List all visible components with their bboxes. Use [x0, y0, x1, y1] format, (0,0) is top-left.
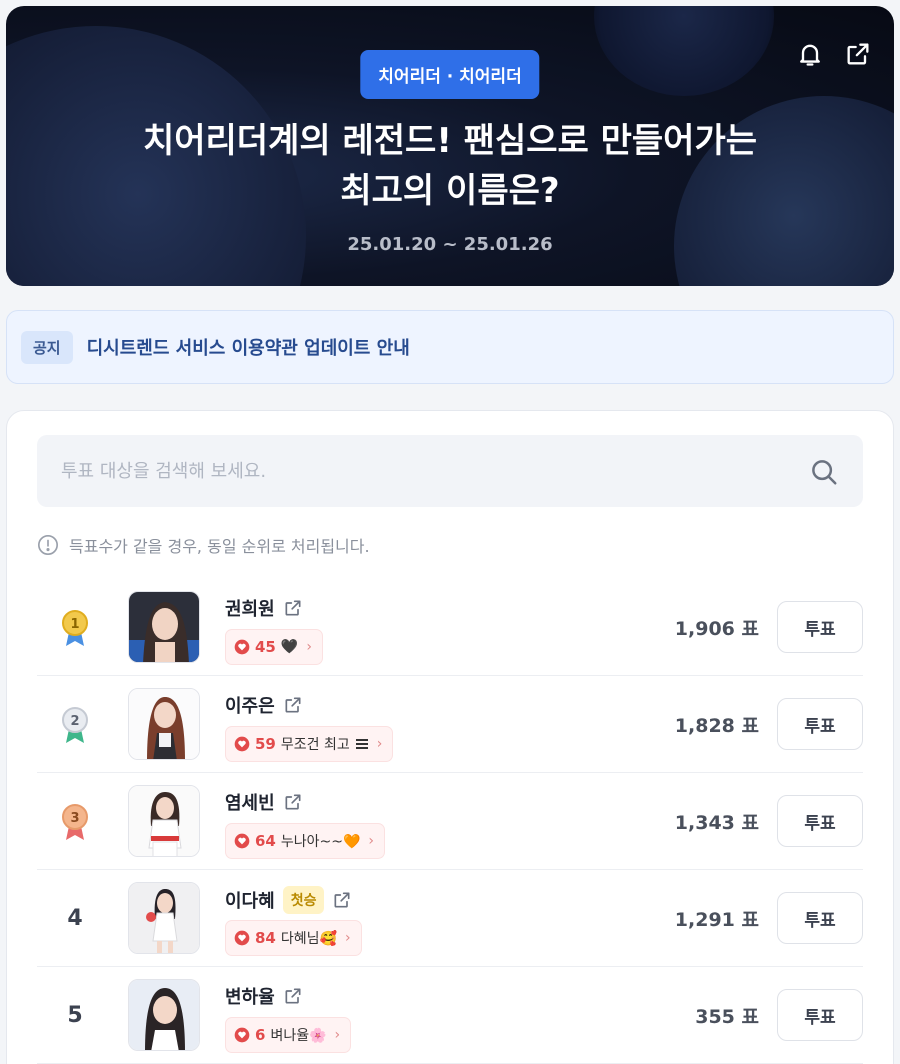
tie-notice: 득표수가 같을 경우, 동일 순위로 처리됩니다. — [37, 533, 370, 557]
avatar[interactable] — [128, 979, 200, 1051]
bell-icon[interactable] — [796, 40, 824, 68]
cheer-count: 59 — [255, 735, 276, 753]
hero-actions — [796, 40, 872, 68]
chevron-right-icon: › — [368, 833, 375, 849]
notice-banner[interactable]: 공지 디시트렌드 서비스 이용약관 업데이트 안내 — [6, 310, 894, 384]
ranking-row: 3 염세빈 64 누나아~~🧡 › 1,343 표 투표 — [37, 773, 863, 870]
name-line: 권희원 — [225, 595, 303, 621]
profile-photo — [129, 980, 199, 1050]
category-chip[interactable]: 치어리더 · 치어리더 — [360, 50, 540, 99]
heart-icon — [234, 736, 250, 752]
name-line: 변하율 — [225, 983, 303, 1009]
cheer-count: 84 — [255, 929, 276, 947]
tie-notice-text: 득표수가 같을 경우, 동일 순위로 처리됩니다. — [69, 537, 370, 556]
rank-medal: 3 — [55, 773, 95, 870]
vote-button[interactable]: 투표 — [777, 989, 863, 1041]
profile-photo — [129, 786, 199, 856]
avatar[interactable] — [128, 591, 200, 663]
name-line: 이주은 — [225, 692, 303, 718]
heart-icon — [234, 930, 250, 946]
cheer-message: 🖤 — [280, 639, 299, 655]
cheer-message: 무조건 최고 — [280, 737, 350, 753]
vote-count: 1,291 표 — [674, 909, 759, 931]
cheer-button[interactable]: 45 🖤 › — [225, 629, 323, 665]
ranking-row: 2 이주은 59 무조건 최고 › 1,828 표 투표 — [37, 676, 863, 773]
chevron-right-icon: › — [376, 736, 383, 752]
avatar[interactable] — [128, 785, 200, 857]
cheer-count: 45 — [255, 638, 276, 656]
gold-medal-icon: 1 — [62, 609, 88, 646]
external-link-icon[interactable] — [332, 890, 352, 910]
external-link-icon[interactable] — [283, 598, 303, 618]
ranking-row: 1 권희원 45 🖤 › 1,906 표 투표 — [37, 579, 863, 676]
vote-card: 득표수가 같을 경우, 동일 순위로 처리됩니다. 1 — [6, 410, 894, 1064]
heart-icon — [234, 1027, 250, 1043]
chevron-right-icon: › — [344, 930, 351, 946]
notice-tag: 공지 — [21, 330, 73, 364]
info-icon — [38, 535, 58, 555]
candidate-name: 변하율 — [225, 987, 275, 1008]
candidate-name: 염세빈 — [225, 793, 275, 814]
cheer-button[interactable]: 59 무조건 최고 › — [225, 726, 394, 762]
ranking-row: 4 이다혜 첫승 84 다혜님🥰 › 1,291 표 투표 — [37, 870, 863, 967]
external-link-icon[interactable] — [283, 695, 303, 715]
bars-icon — [355, 739, 368, 749]
candidate-name: 이다혜 — [225, 891, 275, 912]
cheer-count: 6 — [255, 1026, 266, 1044]
cheer-count: 64 — [255, 832, 276, 850]
candidate-name: 이주은 — [225, 696, 275, 717]
profile-photo — [129, 883, 199, 953]
page-title: 치어리더계의 레전드! 팬심으로 만들어가는 최고의 이름은? — [6, 116, 894, 216]
svg-text:1: 1 — [70, 617, 79, 632]
cheer-button[interactable]: 6 벼나율🌸 › — [225, 1017, 352, 1053]
search-box — [37, 435, 863, 507]
ranking-row: 5 변하율 6 벼나율🌸 › 355 표 투표 — [37, 967, 863, 1064]
profile-photo — [129, 689, 199, 759]
heart-icon — [234, 833, 250, 849]
title-line-2: 최고의 이름은? — [340, 171, 560, 211]
heart-icon — [234, 639, 250, 655]
notice-text[interactable]: 디시트렌드 서비스 이용약관 업데이트 안내 — [87, 334, 410, 360]
search-icon[interactable] — [809, 457, 839, 487]
external-link-icon[interactable] — [283, 986, 303, 1006]
profile-photo — [129, 592, 199, 662]
vote-count: 1,343 표 — [674, 812, 759, 834]
vote-button[interactable]: 투표 — [777, 601, 863, 653]
external-link-icon[interactable] — [283, 792, 303, 812]
cheer-message: 다혜님🥰 — [280, 931, 337, 947]
title-line-1: 치어리더계의 레전드! 팬심으로 만들어가는 — [142, 121, 758, 161]
name-line: 염세빈 — [225, 789, 303, 815]
date-range: 25.01.20 ~ 25.01.26 — [347, 234, 553, 255]
chevron-right-icon: › — [334, 1027, 341, 1043]
bronze-medal-icon: 3 — [62, 803, 88, 840]
search-input[interactable] — [37, 435, 797, 507]
cheer-button[interactable]: 84 다혜님🥰 › — [225, 920, 362, 956]
vote-count: 1,906 표 — [674, 618, 759, 640]
vote-button[interactable]: 투표 — [777, 892, 863, 944]
share-icon[interactable] — [844, 40, 872, 68]
chevron-right-icon: › — [306, 639, 312, 655]
cheer-button[interactable]: 64 누나아~~🧡 › — [225, 823, 386, 859]
rank-number: 4 — [67, 906, 83, 931]
rank-medal: 1 — [55, 579, 95, 676]
silver-medal-icon: 2 — [62, 706, 88, 743]
avatar[interactable] — [128, 688, 200, 760]
cheer-message: 누나아~~🧡 — [280, 834, 361, 850]
svg-text:3: 3 — [70, 811, 79, 826]
hero-decoration — [594, 6, 774, 96]
vote-count: 1,828 표 — [674, 715, 759, 737]
avatar[interactable] — [128, 882, 200, 954]
svg-text:2: 2 — [70, 714, 79, 729]
vote-button[interactable]: 투표 — [777, 795, 863, 847]
rank-number: 5 — [67, 1003, 83, 1028]
candidate-name: 권희원 — [225, 599, 275, 620]
first-win-badge: 첫승 — [282, 886, 325, 914]
rank-medal: 2 — [55, 676, 95, 773]
vote-count: 355 표 — [695, 1006, 759, 1028]
name-line: 이다혜 첫승 — [225, 886, 352, 914]
ranking-list: 1 권희원 45 🖤 › 1,906 표 투표 2 이주은 59 무조건 최고 … — [37, 579, 863, 1064]
hero-banner: 치어리더 · 치어리더 치어리더계의 레전드! 팬심으로 만들어가는 최고의 이… — [6, 6, 894, 286]
vote-button[interactable]: 투표 — [777, 698, 863, 750]
cheer-message: 벼나율🌸 — [270, 1028, 327, 1044]
